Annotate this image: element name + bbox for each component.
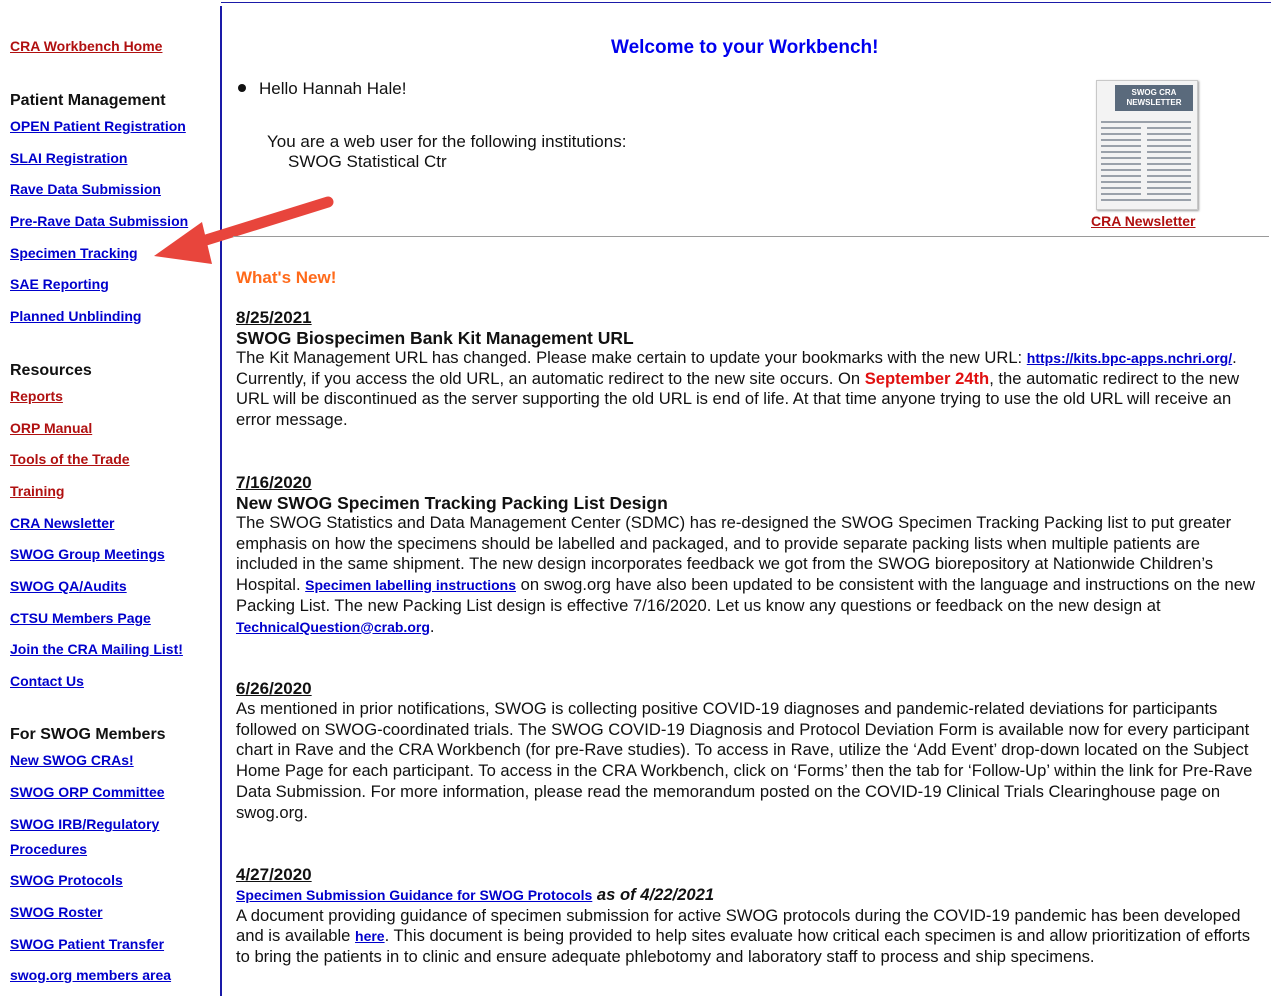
page-title: Welcome to your Workbench! — [611, 37, 879, 58]
sidebar-link-contact-us[interactable]: Contact Us — [10, 673, 84, 689]
sidebar-link-ctsu-members-page[interactable]: CTSU Members Page — [10, 610, 151, 626]
sidebar-link-open-registration[interactable]: OPEN Patient Registration — [10, 118, 186, 134]
sidebar-link-swog-protocols[interactable]: SWOG Protocols — [10, 872, 123, 888]
sidebar-link-slai-registration[interactable]: SLAI Registration — [10, 150, 127, 166]
news-body: As mentioned in prior notifications, SWO… — [236, 699, 1253, 822]
specimen-labelling-link[interactable]: Specimen labelling instructions — [305, 577, 516, 593]
news-date: 4/27/2020 — [236, 865, 312, 884]
news-body: The Kit Management URL has changed. Plea… — [236, 348, 1240, 430]
top-border — [221, 2, 1271, 3]
sidebar-link-procedures[interactable]: Procedures — [10, 841, 87, 857]
news-date: 7/16/2020 — [236, 473, 312, 492]
technical-question-email-link[interactable]: TechnicalQuestion@crab.org — [236, 619, 430, 635]
news-body: A document providing guidance of specime… — [236, 905, 1251, 967]
sidebar-link-swog-roster[interactable]: SWOG Roster — [10, 904, 103, 920]
news-date: 6/26/2020 — [236, 679, 312, 698]
news-item: 6/26/2020 As mentioned in prior notifica… — [236, 679, 1266, 823]
annotation-arrow-icon — [154, 196, 334, 264]
sidebar-link-planned-unblinding[interactable]: Planned Unblinding — [10, 308, 141, 324]
sidebar-heading-patient-management: Patient Management — [10, 92, 166, 109]
news-title: SWOG Biospecimen Bank Kit Management URL — [236, 328, 634, 348]
sidebar-link-swog-qa-audits[interactable]: SWOG QA/Audits — [10, 578, 127, 594]
institutions-intro: You are a web user for the following ins… — [267, 132, 627, 151]
sidebar-link-home[interactable]: CRA Workbench Home — [10, 38, 162, 54]
sidebar-link-new-swog-cras[interactable]: New SWOG CRAs! — [10, 752, 134, 768]
news-body: The SWOG Statistics and Data Management … — [236, 513, 1255, 636]
guidance-here-link[interactable]: here — [355, 928, 385, 944]
sidebar-divider — [220, 6, 222, 996]
news-title-suffix: as of 4/22/2021 — [592, 885, 715, 904]
bullet-icon — [238, 84, 246, 92]
sidebar-link-sae-reporting[interactable]: SAE Reporting — [10, 276, 109, 292]
sidebar-link-swog-members-area[interactable]: swog.org members area — [10, 967, 171, 983]
sidebar-link-orp-manual[interactable]: ORP Manual — [10, 420, 92, 436]
greeting: Hello Hannah Hale! — [259, 79, 407, 98]
sidebar-link-training[interactable]: Training — [10, 483, 64, 499]
sidebar-link-tools-of-the-trade[interactable]: Tools of the Trade — [10, 451, 130, 467]
news-date: 8/25/2021 — [236, 308, 312, 327]
sidebar-link-rave-data-submission[interactable]: Rave Data Submission — [10, 181, 161, 197]
whats-new-heading: What's New! — [236, 268, 337, 287]
newsletter-link[interactable]: CRA Newsletter — [1091, 213, 1196, 229]
sidebar-link-join-mailing-list[interactable]: Join the CRA Mailing List! — [10, 641, 183, 657]
news-item: 8/25/2021 SWOG Biospecimen Bank Kit Mana… — [236, 308, 1266, 431]
sidebar-link-swog-patient-transfer[interactable]: SWOG Patient Transfer — [10, 936, 164, 952]
sidebar-link-swog-orp-committee[interactable]: SWOG ORP Committee — [10, 784, 165, 800]
sidebar-link-specimen-tracking[interactable]: Specimen Tracking — [10, 245, 138, 261]
newsletter-banner: SWOG CRA NEWSLETTER — [1115, 85, 1193, 111]
section-divider — [233, 236, 1269, 237]
newsletter-thumbnail[interactable]: SWOG CRA NEWSLETTER — [1096, 80, 1198, 210]
sidebar-link-swog-irb-regulatory[interactable]: SWOG IRB/Regulatory — [10, 816, 159, 832]
sidebar-link-reports[interactable]: Reports — [10, 388, 63, 404]
news-item: 4/27/2020 Specimen Submission Guidance f… — [236, 865, 1266, 968]
sidebar-link-cra-newsletter[interactable]: CRA Newsletter — [10, 515, 115, 531]
specimen-submission-guidance-link[interactable]: Specimen Submission Guidance for SWOG Pr… — [236, 887, 592, 903]
kit-management-url-link[interactable]: https://kits.bpc-apps.nchri.org/ — [1027, 350, 1232, 366]
sidebar-heading-swog-members: For SWOG Members — [10, 726, 166, 743]
sidebar-link-swog-group-meetings[interactable]: SWOG Group Meetings — [10, 546, 165, 562]
news-title: New SWOG Specimen Tracking Packing List … — [236, 493, 668, 513]
news-item: 7/16/2020 New SWOG Specimen Tracking Pac… — [236, 473, 1266, 637]
institution-name: SWOG Statistical Ctr — [288, 152, 447, 171]
sidebar-heading-resources: Resources — [10, 362, 92, 379]
highlight-date: September 24th — [864, 368, 990, 388]
